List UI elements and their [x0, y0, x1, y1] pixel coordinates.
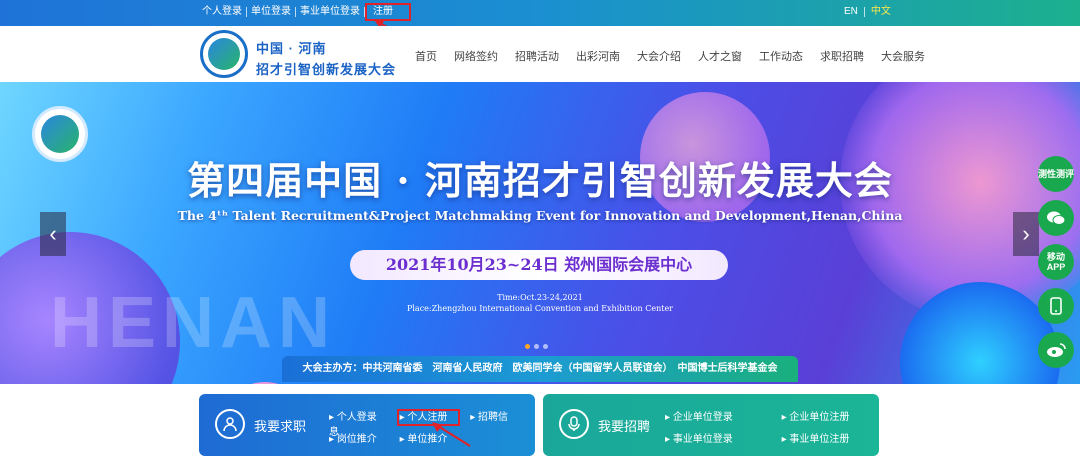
enterprise-register-label: 企业单位注册	[789, 412, 850, 423]
institution-register-link[interactable]: ▸ 事业单位注册	[782, 434, 860, 445]
carousel-dot[interactable]	[534, 344, 539, 349]
carousel-next-button[interactable]: ›	[1013, 212, 1039, 256]
annotation-arrow-icon	[432, 422, 471, 447]
institution-login-label: 事业单位登录	[672, 434, 733, 445]
microphone-icon	[559, 409, 589, 439]
personal-login-link[interactable]: ▸ 个人登录	[329, 412, 387, 423]
hire-links-row-2: ▸ 事业单位登录 ▸ 事业单位注册	[665, 430, 869, 445]
decor-orb	[220, 382, 310, 384]
job-seeker-title: 我要求职	[254, 419, 307, 434]
public-institution-login-link[interactable]: 事业单位登录	[296, 7, 365, 17]
lang-en[interactable]: EN	[838, 7, 865, 17]
nav-news[interactable]: 工作动态	[759, 48, 803, 64]
weibo-icon	[1047, 343, 1066, 357]
nav-talent-window[interactable]: 人才之窗	[698, 48, 742, 64]
site-brand[interactable]: 中国 · 河南 招才引智创新发展大会	[256, 38, 396, 78]
brand-line-1: 中国 · 河南	[256, 41, 327, 56]
mic-icon	[568, 416, 580, 431]
nav-about-conference[interactable]: 大会介绍	[637, 48, 681, 64]
enterprise-login-link[interactable]: ▸ 企业单位登录	[665, 412, 743, 423]
carousel-dot[interactable]	[543, 344, 548, 349]
position-recommend-label: 岗位推介	[336, 434, 377, 445]
weibo-button[interactable]	[1038, 332, 1074, 368]
banner-headline: 第四届中国 · 河南招才引智创新发展大会	[187, 158, 893, 203]
brand-line-2: 招才引智创新发展大会	[256, 62, 397, 77]
phone-icon	[1050, 297, 1062, 315]
hero-banner[interactable]: HENAN 第四届中国 · 河南招才引智创新发展大会 The 4ᵗʰ Talen…	[0, 82, 1080, 384]
banner-date-pill: 2021年10月23~24日 郑州国际会展中心	[350, 250, 728, 280]
wechat-button[interactable]	[1038, 200, 1074, 236]
nav-outstanding-henan[interactable]: 出彩河南	[576, 48, 620, 64]
personal-login-link[interactable]: 个人登录	[198, 7, 247, 17]
top-bar: 个人登录 单位登录 事业单位登录 注册 EN 中文	[0, 0, 1080, 26]
nav-online-signing[interactable]: 网络签约	[454, 48, 498, 64]
phone-button[interactable]	[1038, 288, 1074, 324]
main-nav: 首页 网络签约 招聘活动 出彩河南 大会介绍 人才之窗 工作动态 求职招聘 大会…	[415, 48, 942, 64]
banner-subtitle: The 4ᵗʰ Talent Recruitment&Project Match…	[177, 208, 903, 223]
sponsor-bar: 大会主办方：中共河南省委 河南省人民政府 欧美同学会（中国留学人员联谊会） 中国…	[282, 356, 798, 382]
banner-place: Place:Zhengzhou International Convention…	[406, 304, 673, 313]
logo-emblem-icon	[208, 38, 240, 70]
aptitude-test-button[interactable]: 测性测评	[1038, 156, 1074, 192]
enterprise-register-link[interactable]: ▸ 企业单位注册	[782, 412, 860, 423]
nav-recruitment-events[interactable]: 招聘活动	[515, 48, 559, 64]
nav-services[interactable]: 大会服务	[881, 48, 925, 64]
unit-login-link[interactable]: 单位登录	[247, 7, 296, 17]
language-switcher: EN 中文	[838, 7, 897, 17]
site-header: 中国 · 河南 招才引智创新发展大会 首页 网络签约 招聘活动 出彩河南 大会介…	[0, 26, 1080, 82]
mobile-app-button[interactable]: 移动APP	[1038, 244, 1074, 280]
banner-emblem-icon	[41, 115, 79, 153]
employer-card: 我要招聘 ▸ 企业单位登录 ▸ 企业单位注册 ▸ 事业单位登录 ▸ 事业单位注册	[543, 394, 879, 456]
banner-time-place: Time:Oct.23-24,2021 Place:Zhengzhou Inte…	[0, 292, 1080, 314]
user-icon	[215, 409, 245, 439]
personal-login-label: 个人登录	[336, 412, 377, 423]
nav-jobs[interactable]: 求职招聘	[820, 48, 864, 64]
site-logo[interactable]	[200, 30, 248, 78]
position-recommend-link[interactable]: ▸ 岗位推介	[329, 434, 387, 445]
banner-time: Time:Oct.23-24,2021	[497, 293, 583, 302]
job-seeker-card: 我要求职 ▸ 个人登录 ▸ 个人注册 ▸ 招聘信息 ▸ 岗位推介 ▸ 单位推介	[199, 394, 535, 456]
institution-register-label: 事业单位注册	[789, 434, 850, 445]
hire-links-row-1: ▸ 企业单位登录 ▸ 企业单位注册	[665, 408, 869, 423]
institution-login-link[interactable]: ▸ 事业单位登录	[665, 434, 743, 445]
floating-dock: 测性测评 移动APP	[1038, 156, 1076, 376]
carousel-prev-button[interactable]: ‹	[40, 212, 66, 256]
wechat-icon	[1047, 211, 1066, 225]
nav-home[interactable]: 首页	[415, 48, 437, 64]
carousel-dots	[525, 344, 552, 349]
person-icon	[223, 417, 237, 432]
lang-zh[interactable]: 中文	[865, 7, 897, 17]
employer-title: 我要招聘	[598, 419, 651, 434]
carousel-dot[interactable]	[525, 344, 530, 349]
enterprise-login-label: 企业单位登录	[672, 412, 733, 423]
